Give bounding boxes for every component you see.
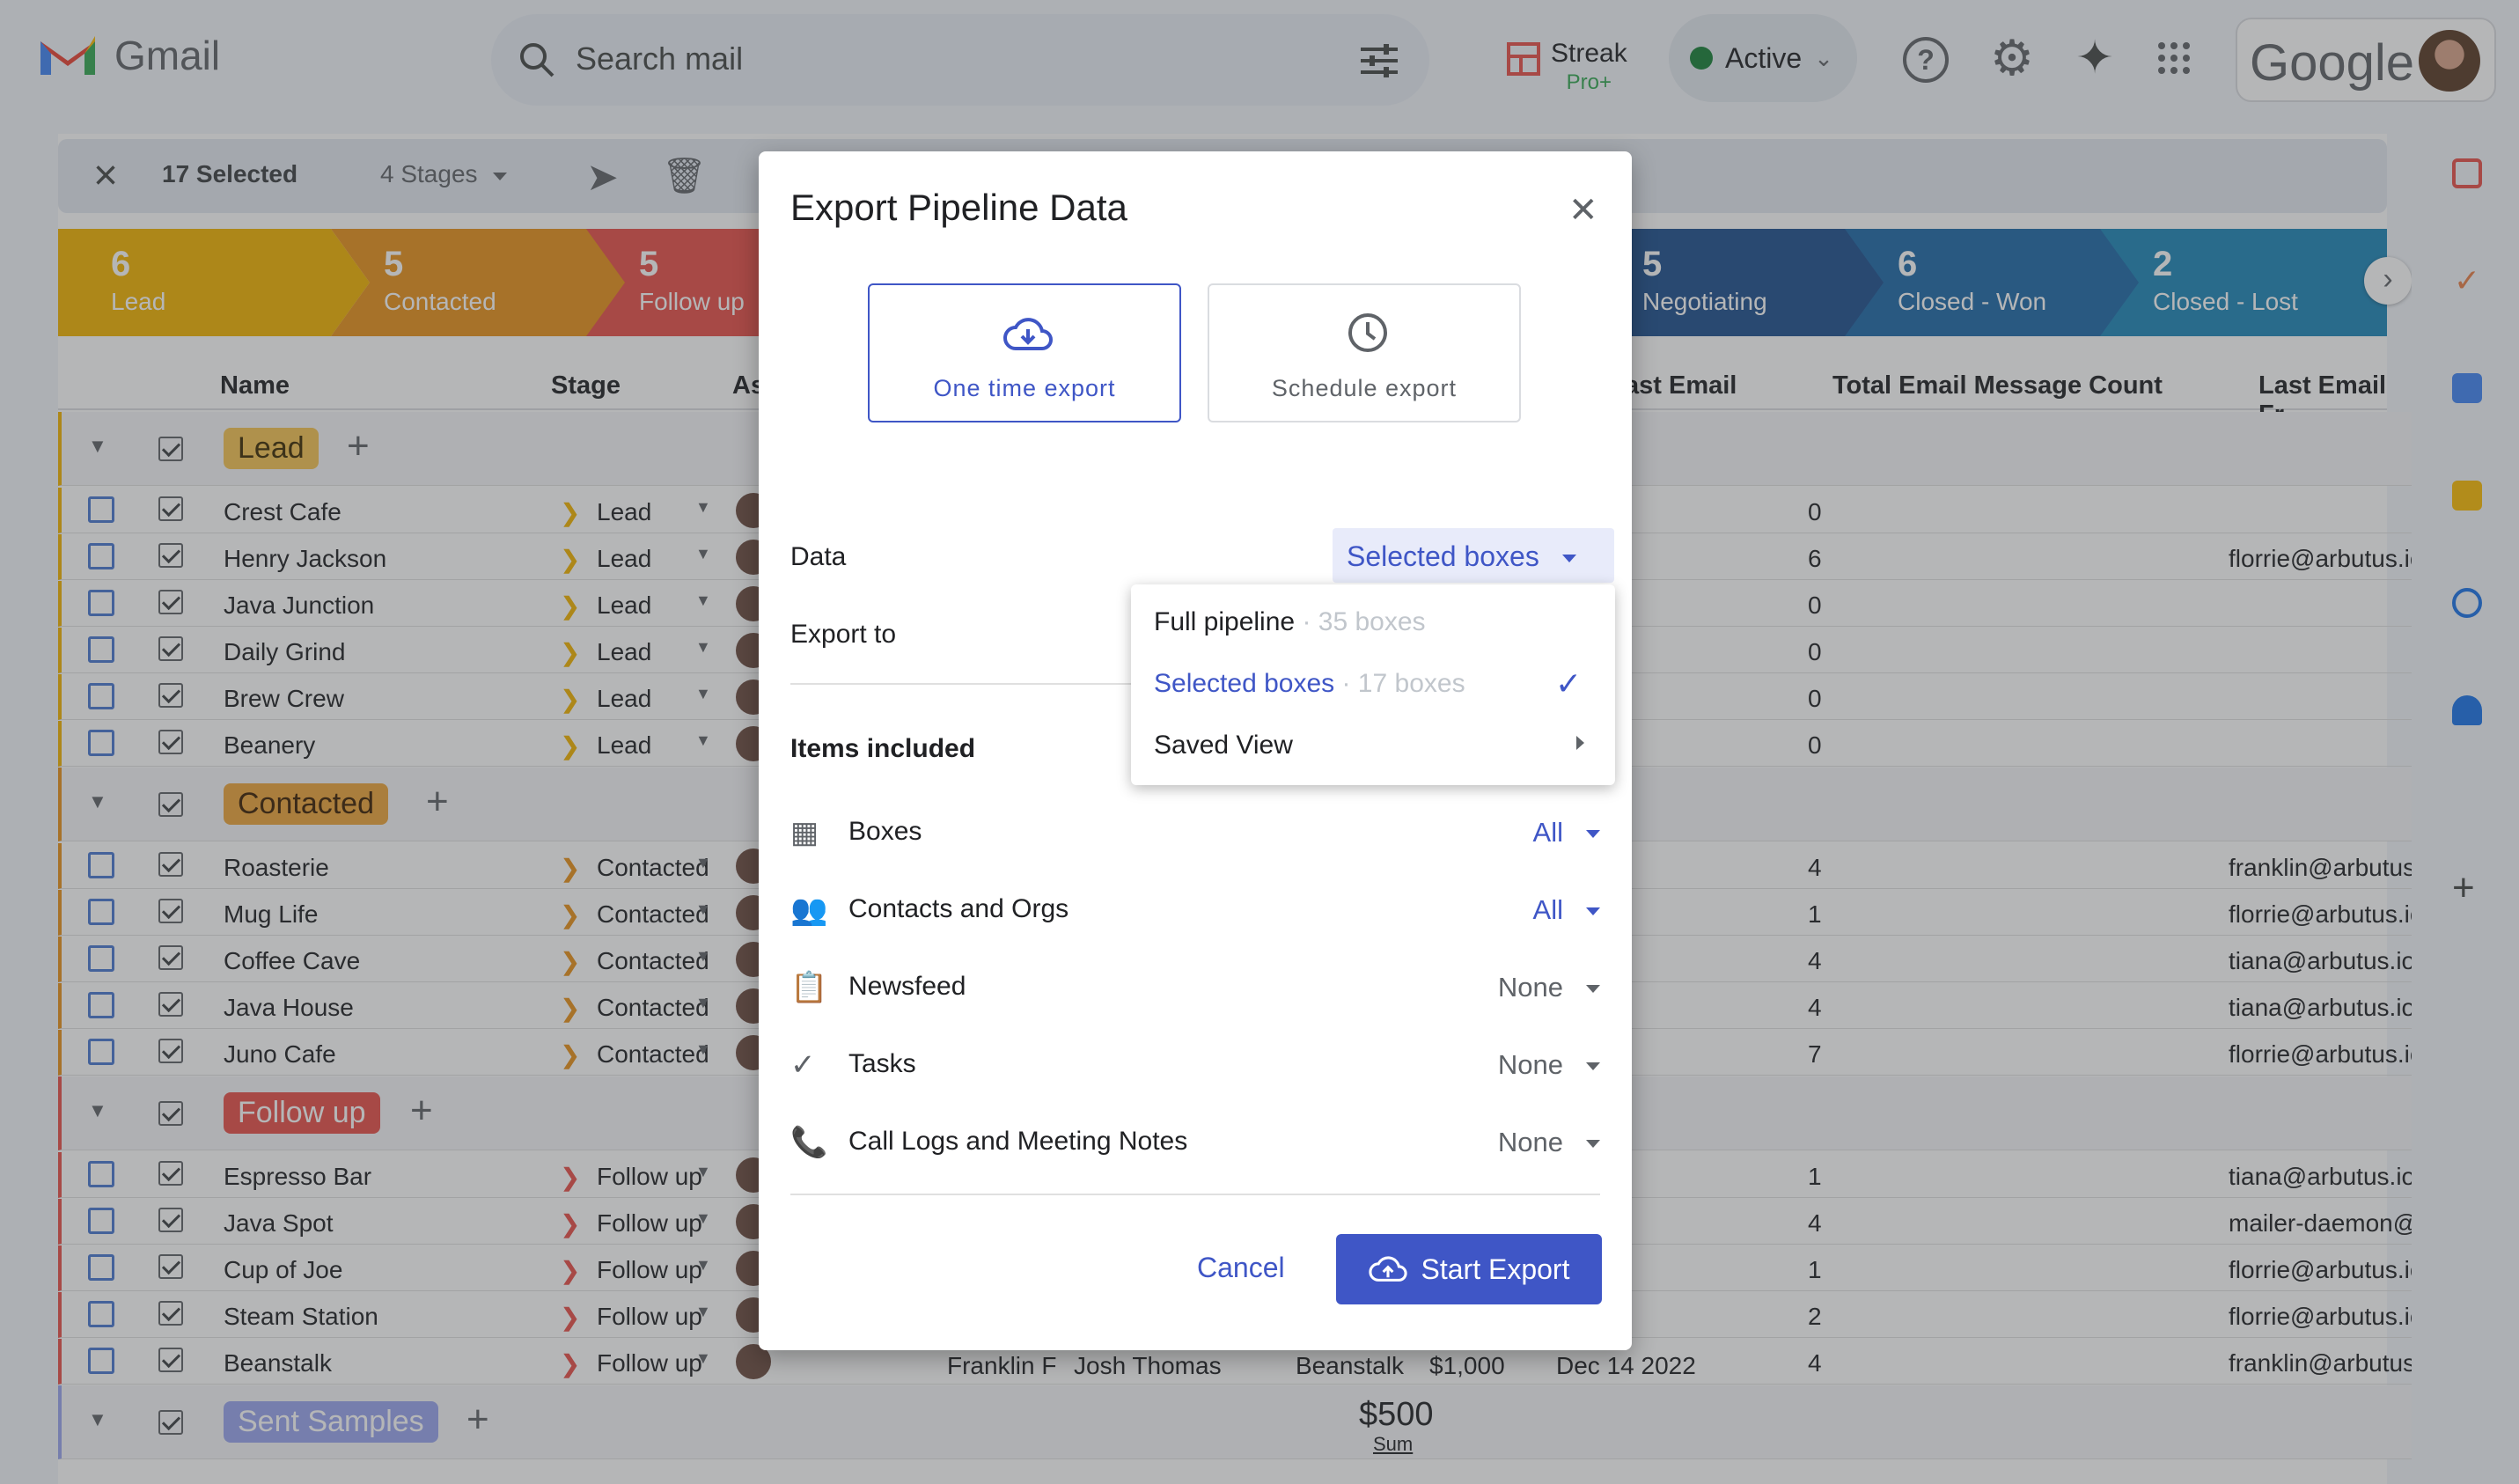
caret-down-icon: [1586, 1062, 1600, 1071]
menu-item-sub: · 17 boxes: [1341, 669, 1465, 698]
caret-down-icon: [1586, 830, 1600, 839]
caret-down-icon: [1561, 555, 1576, 563]
item-label: Call Logs and Meeting Notes: [848, 1127, 1188, 1156]
data-value: Selected boxes: [1347, 540, 1539, 572]
caret-down-icon: [1586, 907, 1600, 916]
item-dropdown[interactable]: None: [1498, 1127, 1600, 1158]
menu-item-selected-boxes[interactable]: Selected boxes · 17 boxes: [1154, 669, 1465, 699]
items-heading: Items included: [790, 734, 976, 763]
menu-item-full-pipeline[interactable]: Full pipeline · 35 boxes: [1154, 607, 1426, 637]
one-time-export-option[interactable]: One time export: [868, 283, 1181, 422]
item-row: 📞 Call Logs and Meeting Notes None: [790, 1118, 1600, 1171]
data-label: Data: [790, 542, 847, 571]
data-dropdown[interactable]: Selected boxes: [1333, 528, 1614, 583]
item-dropdown[interactable]: All: [1533, 817, 1600, 849]
item-row: 👥 Contacts and Orgs All: [790, 885, 1600, 938]
schedule-export-option[interactable]: Schedule export: [1208, 283, 1521, 422]
close-icon[interactable]: ✕: [1568, 190, 1598, 231]
item-value: None: [1497, 1127, 1563, 1157]
cancel-button[interactable]: Cancel: [1197, 1252, 1285, 1284]
menu-item-label: Full pipeline: [1154, 607, 1296, 636]
option-label: Schedule export: [1271, 375, 1458, 401]
caret-down-icon: [1586, 1140, 1600, 1149]
start-export-button[interactable]: Start Export: [1336, 1234, 1602, 1304]
checkmark-icon: ✓: [1555, 665, 1583, 702]
item-label: Tasks: [848, 1049, 916, 1078]
item-dropdown[interactable]: None: [1498, 1049, 1600, 1081]
item-label: Newsfeed: [848, 972, 966, 1001]
clock-icon: [1348, 313, 1387, 352]
item-value: None: [1497, 972, 1563, 1003]
item-value: All: [1532, 894, 1563, 925]
cloud-download-icon: [1003, 318, 1053, 350]
phone-icon: 📞: [790, 1126, 828, 1159]
item-label: Contacts and Orgs: [848, 894, 1069, 923]
menu-item-label: Selected boxes: [1154, 669, 1335, 698]
dialog-title: Export Pipeline Data: [790, 187, 1127, 228]
menu-item-sub: · 35 boxes: [1302, 607, 1426, 636]
item-label: Boxes: [848, 817, 922, 846]
tasks-icon: ✓: [790, 1048, 816, 1082]
menu-item-label: Saved View: [1154, 731, 1293, 760]
option-label: One time export: [933, 375, 1116, 401]
cloud-upload-icon: [1368, 1256, 1407, 1282]
item-value: None: [1497, 1049, 1563, 1080]
start-export-label: Start Export: [1421, 1253, 1570, 1285]
newsfeed-icon: 📋: [790, 971, 828, 1004]
boxes-icon: ▦: [790, 816, 819, 849]
caret-down-icon: [1586, 985, 1600, 994]
item-row: ✓ Tasks None: [790, 1040, 1600, 1093]
item-row: 📋 Newsfeed None: [790, 963, 1600, 1016]
item-value: All: [1532, 817, 1563, 848]
menu-item-saved-view[interactable]: Saved View: [1154, 731, 1293, 760]
data-dropdown-menu: Full pipeline · 35 boxes Selected boxes …: [1131, 584, 1615, 785]
divider: [790, 1194, 1600, 1195]
submenu-arrow-icon: [1576, 736, 1584, 750]
export-to-label: Export to: [790, 620, 897, 649]
item-row: ▦ Boxes All: [790, 808, 1600, 861]
contacts-icon: 👥: [790, 893, 828, 927]
item-dropdown[interactable]: All: [1533, 894, 1600, 926]
item-dropdown[interactable]: None: [1498, 972, 1600, 1003]
